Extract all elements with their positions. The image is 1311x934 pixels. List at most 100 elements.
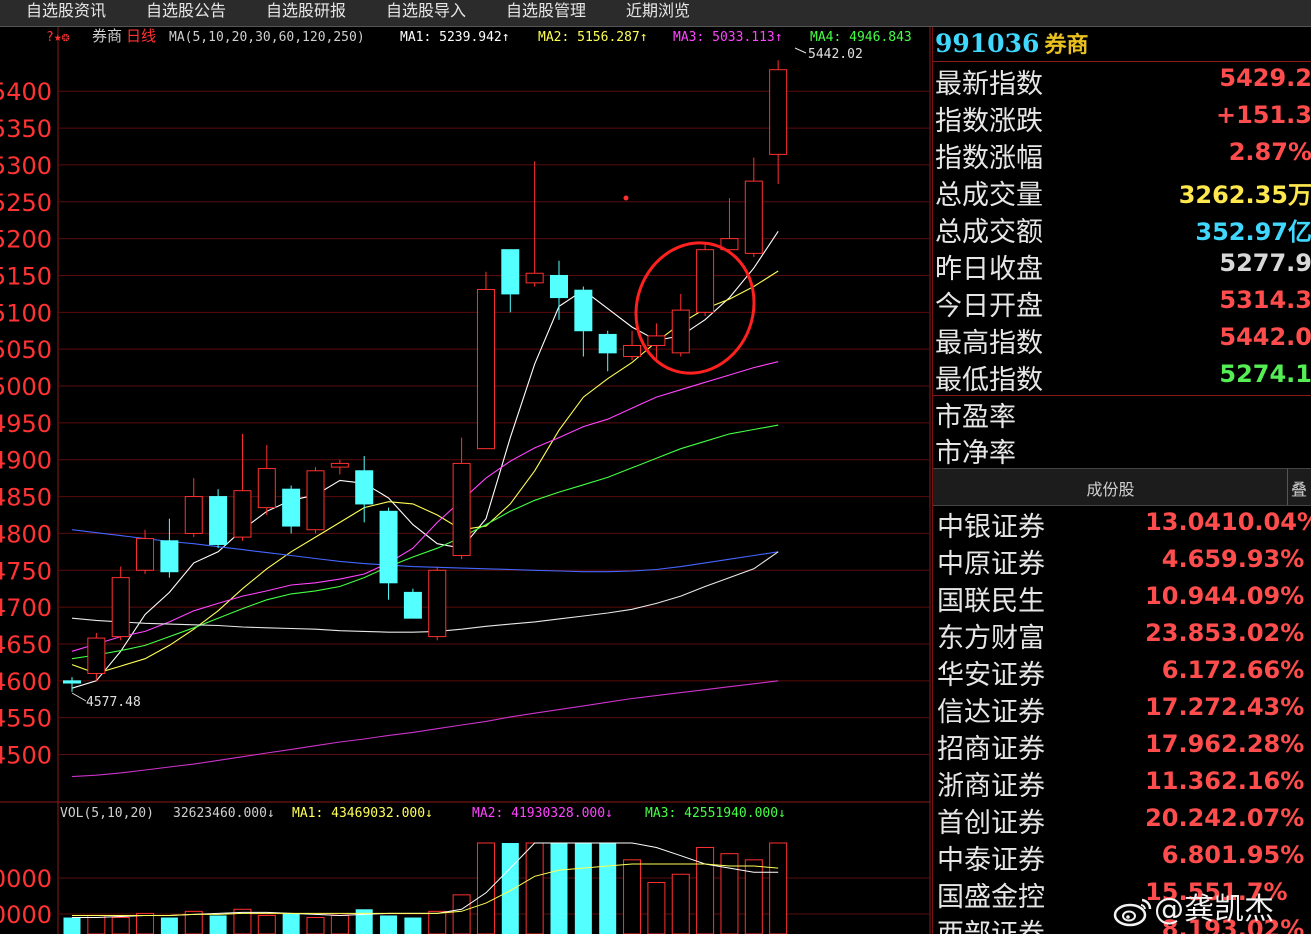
candle [550,260,568,320]
quote-label: 最低指数 [935,365,1043,396]
component-row[interactable]: 信达证券 17.27 2.43% [933,690,1311,728]
low-annotation: 4577.48 [86,695,141,710]
stock-price: 10.94 [1145,582,1221,610]
candle-body [428,569,447,638]
tab-overlay[interactable]: 叠 [1291,476,1307,500]
candle-body [136,538,155,571]
price-tick-label: 4700 [0,594,52,622]
quote-row: 最高指数 5442.0 [933,321,1311,359]
stock-change: 2.16% [1221,767,1305,795]
candle-body [63,680,81,684]
stock-price: 6.80 [1161,841,1221,869]
index-name: 券商 [1044,32,1089,58]
component-row[interactable]: 东方财富 23.85 3.02% [933,616,1311,654]
stock-price: 4.65 [1161,545,1221,573]
quote-panel: 991036 券商 最新指数 5429.2 指数涨跌 +151.3 指数涨幅 2.87% 总… [932,27,1311,934]
quote-label: 指数涨幅 [935,143,1043,174]
price-tick-label: 5150 [0,262,52,290]
candle-body [233,490,252,538]
stock-price: 13.04 [1145,508,1221,536]
volume-value: 32623460.000↓ [173,806,275,821]
watermark-text: @龚凯杰 [1154,892,1274,927]
candle [574,286,593,357]
candle [160,518,179,578]
component-row[interactable]: 招商证券 17.96 2.28% [933,727,1311,765]
header-marks: ?★❂ [46,30,70,45]
volume-bar [209,915,227,934]
volume-bar [623,859,642,934]
component-row[interactable]: 国联民生 10.94 4.09% [933,579,1311,617]
volume-label: VOL(5,10,20) [60,806,154,821]
volume-bar [452,894,471,934]
stock-name: 中银证券 [937,512,1045,543]
candle-body [501,249,520,295]
menu-item-news[interactable]: 自选股资讯 [26,0,106,21]
price-tick-label: 5350 [0,115,52,143]
candle [63,677,81,692]
candle-body [598,333,617,354]
stock-name: 信达证券 [937,697,1045,728]
stock-price: 23.85 [1145,619,1221,647]
volume-bar [574,843,592,934]
pe-row: 市盈率 [933,395,1311,433]
component-row[interactable]: 中银证券 13.04 10.04% [933,505,1311,543]
header-period: 日线 [126,27,156,45]
candle [87,632,106,681]
candle-body [379,510,398,584]
candle [403,588,422,619]
menu-item-manage[interactable]: 自选股管理 [506,0,586,21]
volume-header: VOL(5,10,20) 32623460.000↓ MA1: 43469032… [60,806,786,821]
component-row[interactable]: 华安证券 6.17 2.66% [933,653,1311,691]
pb-label: 市净率 [935,438,1016,469]
stock-name: 东方财富 [937,623,1045,654]
candle-body [355,470,374,505]
stock-name: 华安证券 [937,660,1045,691]
stock-change: 10.04% [1221,508,1311,536]
stock-change: 2.28% [1221,730,1305,758]
candle [306,467,325,534]
volume-bar [428,910,447,934]
price-tick-label: 4750 [0,557,52,585]
volume-bar [525,842,544,934]
component-row[interactable]: 中泰证券 6.80 1.95% [933,838,1311,876]
component-row[interactable]: 首创证券 20.24 2.07% [933,801,1311,839]
menu-item-announcements[interactable]: 自选股公告 [146,0,226,21]
stock-price: 6.17 [1161,656,1221,684]
volume-bar [63,917,81,934]
candle [598,330,617,372]
stock-price: 17.96 [1145,730,1221,758]
volume-bar [550,843,568,934]
header-ma2: MA2: 5156.287↑ [538,30,648,45]
quote-value: 3262.35万 [1178,181,1311,209]
quote-row: 指数涨跌 +151.3 [933,99,1311,137]
candle [379,507,398,600]
candle [282,485,301,534]
stock-name: 西部证券 [937,912,1045,934]
quote-row: 指数涨幅 2.87% [933,136,1311,174]
candle [330,459,349,475]
candle [696,242,715,317]
menu-item-import[interactable]: 自选股导入 [386,0,466,21]
menu-item-recent[interactable]: 近期浏览 [626,0,690,21]
candle-body [671,309,690,354]
candle [452,437,471,560]
price-tick-label: 4850 [0,484,52,512]
candle [671,293,690,357]
price-tick-label: 5100 [0,299,52,327]
quote-row: 总成交额 352.97亿 [933,210,1311,248]
volume-bar [647,882,666,934]
tab-components[interactable]: 成份股 [933,476,1288,500]
stock-name: 招商证券 [937,734,1045,765]
volume-ma3: MA3: 42551940.000↓ [645,806,786,821]
quote-row: 最新指数 5429.2 [933,62,1311,100]
component-row[interactable]: 浙商证券 11.36 2.16% [933,764,1311,802]
menu-item-research[interactable]: 自选股研报 [266,0,346,21]
candle [233,433,252,541]
candle-body [623,344,642,358]
component-row[interactable]: 中原证券 4.65 9.93% [933,542,1311,580]
chart-header: ?★❂ 券商 日线 MA(5,10,20,30,60,120,250) MA1:… [46,27,912,45]
volume-bar [380,915,398,934]
candle [184,478,203,538]
kline-chart[interactable]: 4500 4550 4600 4650 4700 4750 4800 4850 4900 4950… [0,27,931,934]
candle-body [403,591,422,619]
